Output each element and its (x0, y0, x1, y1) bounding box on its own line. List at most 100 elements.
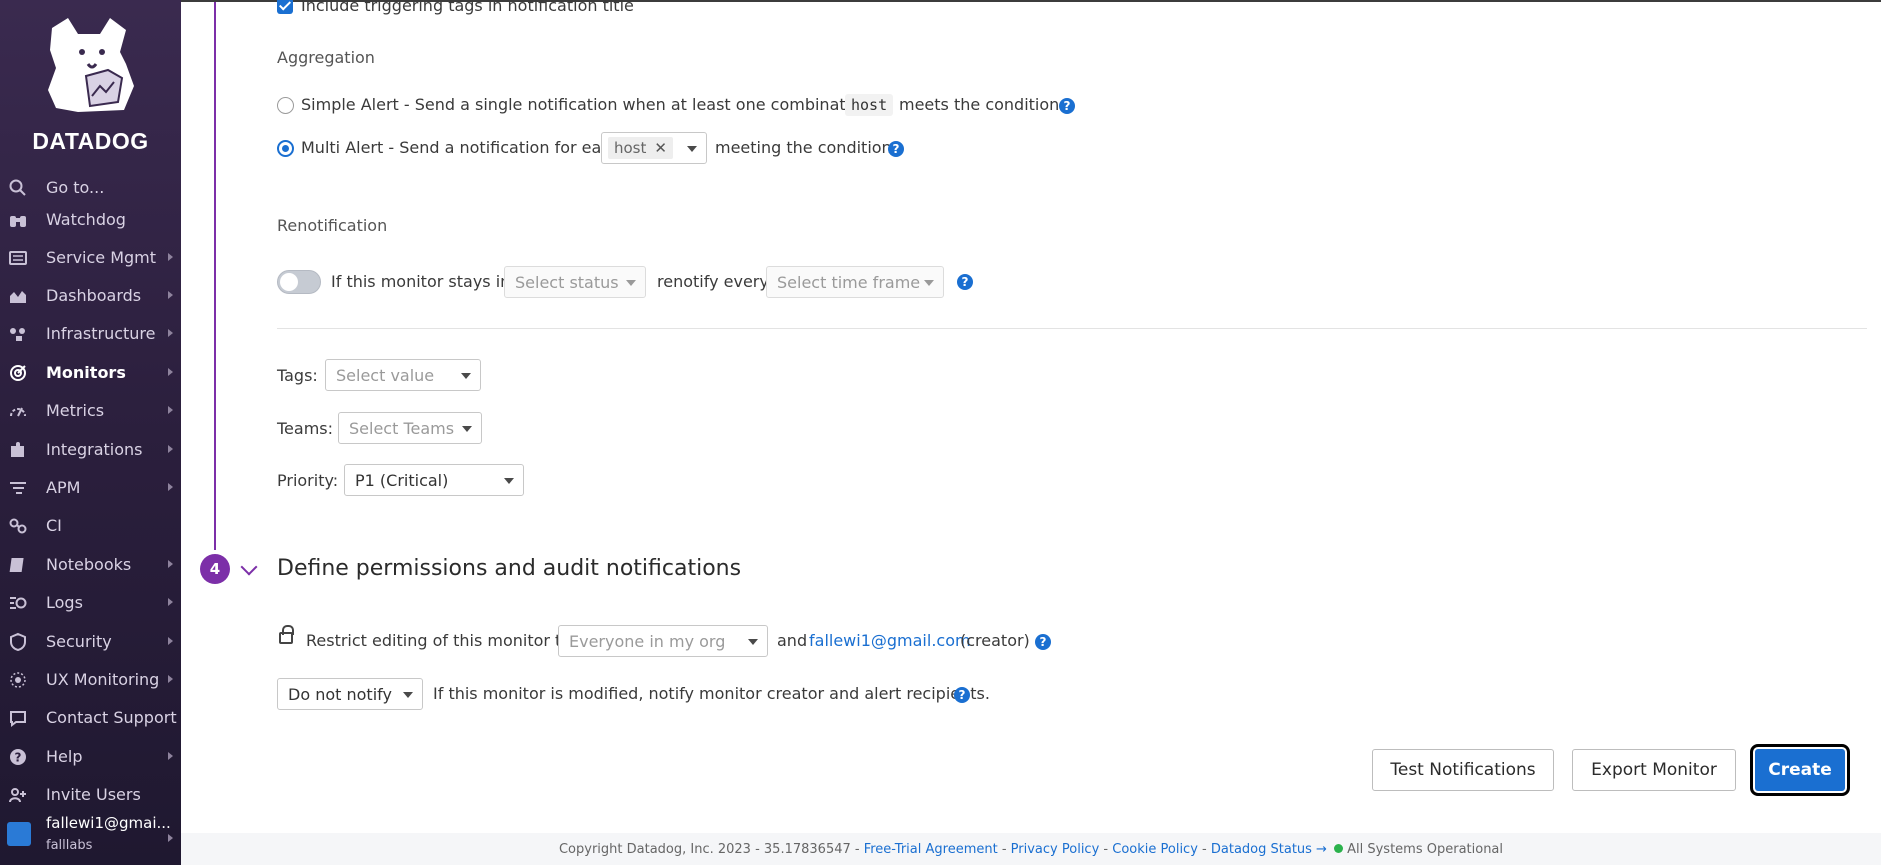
renotify-timeframe-select[interactable]: Select time frame (766, 266, 944, 298)
help-icon[interactable]: ? (954, 687, 970, 703)
notebook-icon (8, 555, 28, 575)
sidebar-item-integrations[interactable]: Integrations (0, 432, 181, 468)
chevron-right-icon (168, 329, 173, 337)
multi-alert-text: Multi Alert - Send a notification for ea… (301, 138, 621, 157)
simple-alert-radio[interactable] (277, 97, 294, 114)
sidebar-item-security[interactable]: Security (0, 624, 181, 660)
search-icon (8, 178, 28, 198)
sidebar-item-metrics[interactable]: Metrics (0, 393, 181, 429)
datadog-status-link[interactable]: Datadog Status → (1211, 842, 1327, 857)
sidebar-item-contact-support[interactable]: Contact Support (0, 700, 181, 736)
privacy-policy-link[interactable]: Privacy Policy (1011, 842, 1100, 857)
chevron-right-icon (168, 560, 173, 568)
create-button[interactable]: Create (1750, 744, 1850, 796)
users-icon (8, 785, 28, 805)
chevron-right-icon (168, 406, 173, 414)
sidebar-item-label: Help (46, 747, 83, 766)
sidebar-item-ux-monitoring[interactable]: UX Monitoring (0, 662, 181, 698)
chevron-down-icon (626, 280, 636, 286)
aggregation-heading: Aggregation (277, 48, 375, 67)
help-icon[interactable]: ? (1035, 634, 1051, 650)
status-dot-icon (1334, 844, 1344, 853)
help-icon[interactable]: ? (1059, 98, 1075, 114)
renotify-status-select[interactable]: Select status (504, 266, 646, 298)
help-icon[interactable]: ? (888, 141, 904, 157)
infrastructure-icon (8, 324, 28, 344)
audit-notify-select[interactable]: Do not notify (277, 678, 423, 710)
sidebar-item-service-mgmt[interactable]: Service Mgmt (0, 240, 181, 276)
sidebar-item-label: Notebooks (46, 555, 132, 574)
creator-suffix: (creator) (960, 631, 1030, 650)
creator-email-link[interactable]: fallewi1@gmail.com (809, 631, 971, 650)
sidebar-item-infrastructure[interactable]: Infrastructure (0, 316, 181, 352)
step-number: 4 (200, 554, 230, 584)
user-menu[interactable]: fallewi1@gmai... falllabs (0, 810, 181, 860)
priority-label: Priority: (277, 471, 339, 490)
test-notifications-button[interactable]: Test Notifications (1372, 749, 1554, 791)
chevron-down-icon (924, 280, 934, 286)
sidebar-item-label: Monitors (46, 363, 126, 382)
simple-alert-text-end: meets the condition. (899, 95, 1065, 114)
renotify-every-text: renotify every (657, 272, 769, 291)
select-placeholder: Select status (515, 273, 619, 292)
ux-icon (8, 670, 28, 690)
sidebar-item-label: Invite Users (46, 785, 141, 804)
apm-icon (8, 478, 28, 498)
chevron-right-icon (168, 445, 173, 453)
binoculars-icon (8, 210, 28, 230)
help-icon[interactable]: ? (957, 274, 973, 290)
sidebar-item-help[interactable]: ? Help (0, 739, 181, 775)
sidebar-item-invite-users[interactable]: Invite Users (0, 777, 181, 813)
chevron-down-icon (403, 692, 413, 698)
free-trial-link[interactable]: Free-Trial Agreement (864, 842, 998, 857)
ci-icon (8, 516, 28, 536)
user-name: fallewi1@gmai... (46, 814, 171, 832)
close-icon[interactable]: ✕ (654, 139, 667, 157)
simple-alert-text: Simple Alert - Send a single notificatio… (301, 95, 891, 114)
sidebar-item-apm[interactable]: APM (0, 470, 181, 506)
shield-icon (8, 632, 28, 652)
sidebar-item-ci[interactable]: CI (0, 508, 181, 544)
datadog-logo[interactable]: DATADOG (0, 12, 181, 154)
audit-notify-text: If this monitor is modified, notify moni… (433, 684, 990, 703)
copyright: Copyright Datadog, Inc. 2023 - 35.178365… (558, 842, 860, 857)
chevron-right-icon (168, 637, 173, 645)
multi-alert-group-select[interactable]: host ✕ (601, 132, 707, 164)
sidebar-item-logs[interactable]: Logs (0, 585, 181, 621)
sidebar-item-label: CI (46, 516, 62, 535)
tags-label: Tags: (277, 366, 318, 385)
logs-icon (8, 593, 28, 613)
cookie-policy-link[interactable]: Cookie Policy (1112, 842, 1198, 857)
multi-alert-radio[interactable] (277, 140, 294, 157)
select-placeholder: Select value (336, 366, 435, 385)
footer: Copyright Datadog, Inc. 2023 - 35.178365… (181, 833, 1881, 865)
dashboard-icon (8, 286, 28, 306)
select-placeholder: Everyone in my org (569, 632, 726, 651)
sidebar-item-dashboards[interactable]: Dashboards (0, 278, 181, 314)
tags-select[interactable]: Select value (325, 359, 481, 391)
chevron-down-icon (462, 426, 472, 432)
sidebar-item-goto[interactable]: Go to... (0, 170, 181, 206)
priority-select[interactable]: P1 (Critical) (344, 464, 524, 496)
sidebar-item-label: Dashboards (46, 286, 142, 305)
sidebar-item-monitors[interactable]: Monitors (0, 355, 181, 391)
sidebar-item-watchdog[interactable]: Watchdog (0, 202, 181, 238)
renotify-text: If this monitor stays in (331, 272, 511, 291)
chevron-down-icon (687, 146, 697, 152)
renotify-toggle[interactable] (277, 270, 321, 294)
footer-text: Copyright Datadog, Inc. 2023 - 35.178365… (558, 842, 1504, 857)
avatar (7, 822, 31, 846)
sidebar-item-notebooks[interactable]: Notebooks (0, 547, 181, 583)
teams-select[interactable]: Select Teams (338, 412, 482, 444)
restrict-editing-select[interactable]: Everyone in my org (558, 625, 768, 657)
monitors-icon (8, 363, 28, 383)
lock-icon (279, 625, 294, 644)
chat-icon (8, 708, 28, 728)
chevron-down-icon[interactable] (240, 558, 258, 576)
chevron-right-icon (168, 752, 173, 760)
sidebar-item-label: Contact Support (46, 708, 177, 727)
include-tags-checkbox[interactable] (277, 0, 293, 14)
sidebar-item-label: Go to... (46, 178, 105, 197)
export-monitor-button[interactable]: Export Monitor (1572, 749, 1736, 791)
sidebar-item-label: Security (46, 632, 112, 651)
